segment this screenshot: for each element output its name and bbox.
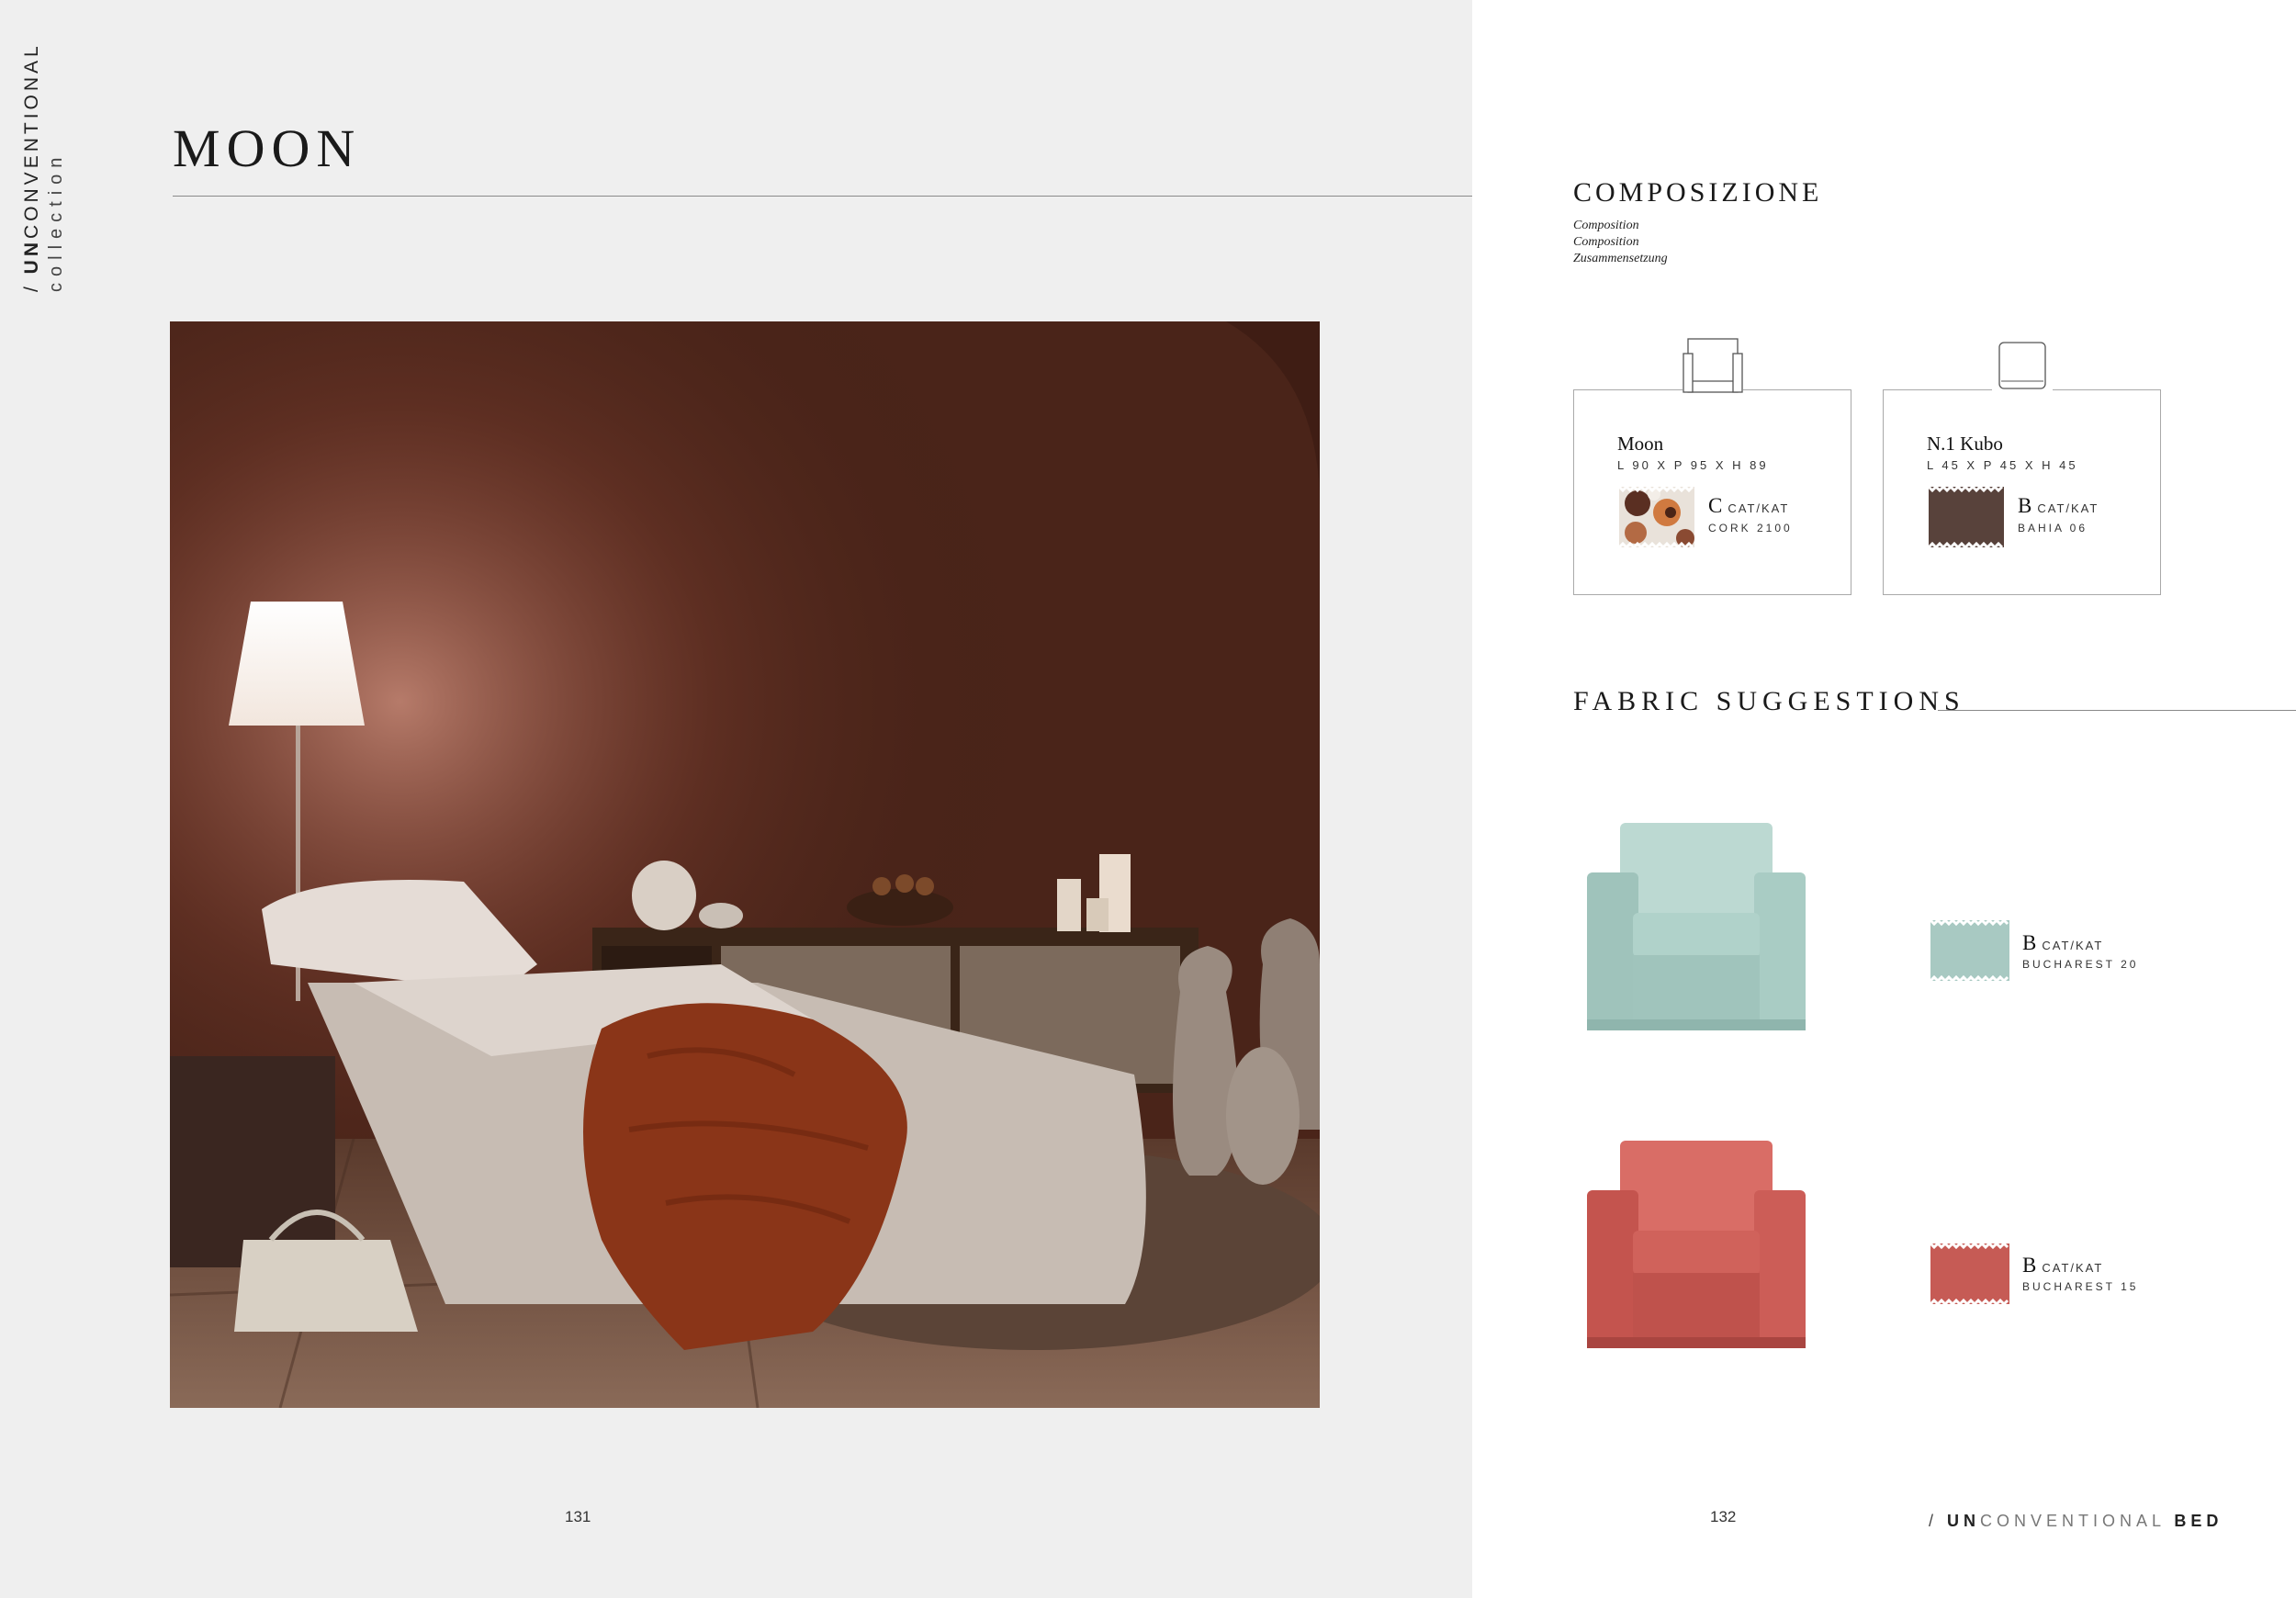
collection-tag: / UNCONVENTIONAL collection (20, 42, 68, 292)
category-letter: B (2018, 494, 2032, 517)
composition-title: COMPOSIZIONE (1573, 177, 1823, 208)
item-dimensions: L 90 X P 95 X H 89 (1617, 458, 1769, 472)
category-label: CAT/KAT (1728, 501, 1790, 515)
footer-tag-suffix: BED (2174, 1512, 2223, 1530)
suggestion-fabric-name: BUCHAREST 15 (2022, 1280, 2139, 1293)
category-letter: C (1708, 494, 1723, 517)
fabric-category: C CAT/KAT (1708, 494, 1789, 518)
composition-subtitle-de: Zusammensetzung (1573, 252, 1668, 265)
fabric-swatch-bahia (1927, 484, 2006, 550)
suggestion-category: B CAT/KAT (2022, 1254, 2103, 1277)
item-dimensions: L 45 X P 45 X H 45 (1927, 458, 2078, 472)
category-label: CAT/KAT (2042, 939, 2104, 952)
composition-subtitle-fr: Composition (1573, 235, 1639, 249)
armchair-icon (1683, 335, 1743, 393)
collection-tag-sub: collection (46, 151, 66, 292)
page-title: MOON (173, 118, 362, 178)
suggestion-fabric-name: BUCHAREST 20 (2022, 958, 2139, 971)
fabric-suggestions-rule (1938, 710, 2296, 711)
fabric-name: CORK 2100 (1708, 522, 1793, 535)
fabric-swatch-bucharest-20 (1929, 917, 2011, 984)
composition-card-moon: Moon L 90 X P 95 X H 89 C CAT/KAT CORK 21… (1573, 335, 1851, 595)
footer-collection-tag: / UNCONVENTIONAL BED (1929, 1512, 2223, 1531)
category-letter: B (2022, 1254, 2037, 1277)
left-page: / UNCONVENTIONAL collection MOON 131 (0, 0, 1543, 1598)
composition-card-kubo: N.1 Kubo L 45 X P 45 X H 45 B CAT/KAT BAH… (1883, 335, 2161, 595)
armchair-image-red (1581, 1135, 1811, 1365)
pouf-icon (1992, 335, 2053, 392)
page-number-right: 132 (1710, 1508, 1737, 1525)
fabric-swatch-bucharest-15 (1929, 1241, 2011, 1307)
item-name: Moon (1617, 433, 1664, 455)
footer-tag-bold: UN (1947, 1512, 1981, 1530)
page-number-left: 131 (565, 1508, 591, 1525)
fabric-name: BAHIA 06 (2018, 522, 2088, 535)
collection-tag-prefix: / (21, 274, 42, 292)
collection-tag-bold: UN (21, 238, 42, 275)
fabric-category: B CAT/KAT (2018, 494, 2099, 518)
composition-subtitle-en: Composition (1573, 219, 1639, 232)
category-label: CAT/KAT (2037, 501, 2099, 515)
footer-tag-light: CONVENTIONAL (1980, 1512, 2166, 1530)
suggestion-category: B CAT/KAT (2022, 931, 2103, 955)
fabric-suggestions-title: FABRIC SUGGESTIONS (1573, 686, 1965, 716)
item-name: N.1 Kubo (1927, 433, 2003, 455)
armchair-image-aqua (1581, 817, 1811, 1047)
footer-tag-prefix: / (1929, 1512, 1948, 1530)
bedroom-photo (170, 321, 1320, 1408)
fabric-swatch-cork (1617, 484, 1696, 550)
collection-tag-rest: CONVENTIONAL (21, 42, 42, 239)
composition-subtitles: Composition Composition Zusammensetzung (1573, 218, 1668, 267)
category-letter: B (2022, 931, 2037, 954)
category-label: CAT/KAT (2042, 1261, 2104, 1275)
title-rule (173, 196, 1543, 197)
